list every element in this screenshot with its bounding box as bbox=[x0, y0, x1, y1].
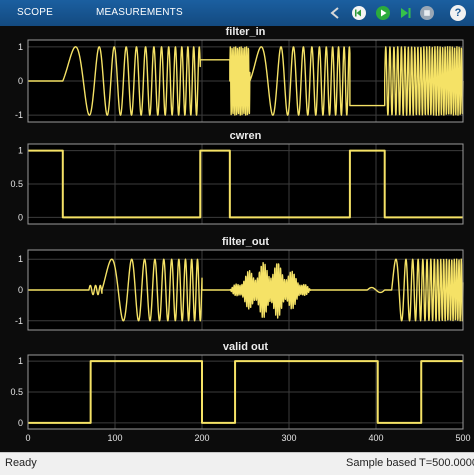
scope-plots: -1 0 1 filter_in 0 0.5 1 cwren -1 0 1 filter_out 0 0.… bbox=[10, 26, 470, 443]
y-tick-label: 0 bbox=[18, 285, 23, 295]
step-back-button[interactable] bbox=[350, 4, 368, 22]
y-tick-label: 1 bbox=[18, 356, 23, 366]
y-tick-label: 0.5 bbox=[10, 387, 23, 397]
x-tick-label: 200 bbox=[194, 433, 209, 443]
x-tick-label: 0 bbox=[25, 433, 30, 443]
status-sample-mode: Sample based bbox=[346, 457, 417, 469]
status-ready: Ready bbox=[5, 457, 37, 469]
step-forward-button[interactable] bbox=[396, 4, 414, 22]
toolstrip: SCOPE MEASUREMENTS ? bbox=[0, 0, 474, 26]
y-tick-label: 0 bbox=[18, 212, 23, 222]
y-tick-label: 1 bbox=[18, 146, 23, 156]
status-time: T=500.0000 bbox=[419, 457, 474, 469]
step-back-icon bbox=[352, 6, 366, 20]
stop-icon bbox=[420, 6, 434, 20]
x-tick-label: 100 bbox=[107, 433, 122, 443]
run-icon bbox=[376, 6, 390, 20]
status-bar: Ready Sample based T=500.0000 bbox=[0, 452, 474, 475]
y-tick-label: -1 bbox=[15, 110, 23, 120]
y-tick-label: -1 bbox=[15, 316, 23, 326]
y-tick-label: 0 bbox=[18, 76, 23, 86]
run-button[interactable] bbox=[374, 4, 392, 22]
x-tick-label: 400 bbox=[368, 433, 383, 443]
scope-display: -1 0 1 filter_in 0 0.5 1 cwren -1 0 1 filter_out 0 0.… bbox=[0, 26, 474, 452]
help-button[interactable]: ? bbox=[450, 5, 466, 21]
tab-scope[interactable]: SCOPE bbox=[17, 0, 53, 26]
y-tick-label: 0 bbox=[18, 418, 23, 428]
back-button[interactable] bbox=[326, 4, 344, 22]
back-icon bbox=[330, 7, 339, 19]
step-forward-icon bbox=[401, 8, 411, 18]
plot-title: filter_in bbox=[226, 26, 266, 38]
y-tick-label: 1 bbox=[18, 42, 23, 52]
x-tick-label: 300 bbox=[281, 433, 296, 443]
tab-measurements[interactable]: MEASUREMENTS bbox=[96, 0, 183, 26]
plot-title: cwren bbox=[230, 130, 262, 142]
y-tick-label: 1 bbox=[18, 254, 23, 264]
plot-title: filter_out bbox=[222, 236, 269, 248]
plot-title: valid out bbox=[223, 341, 269, 353]
stop-button[interactable] bbox=[418, 4, 436, 22]
x-tick-label: 500 bbox=[455, 433, 470, 443]
y-tick-label: 0.5 bbox=[10, 179, 23, 189]
